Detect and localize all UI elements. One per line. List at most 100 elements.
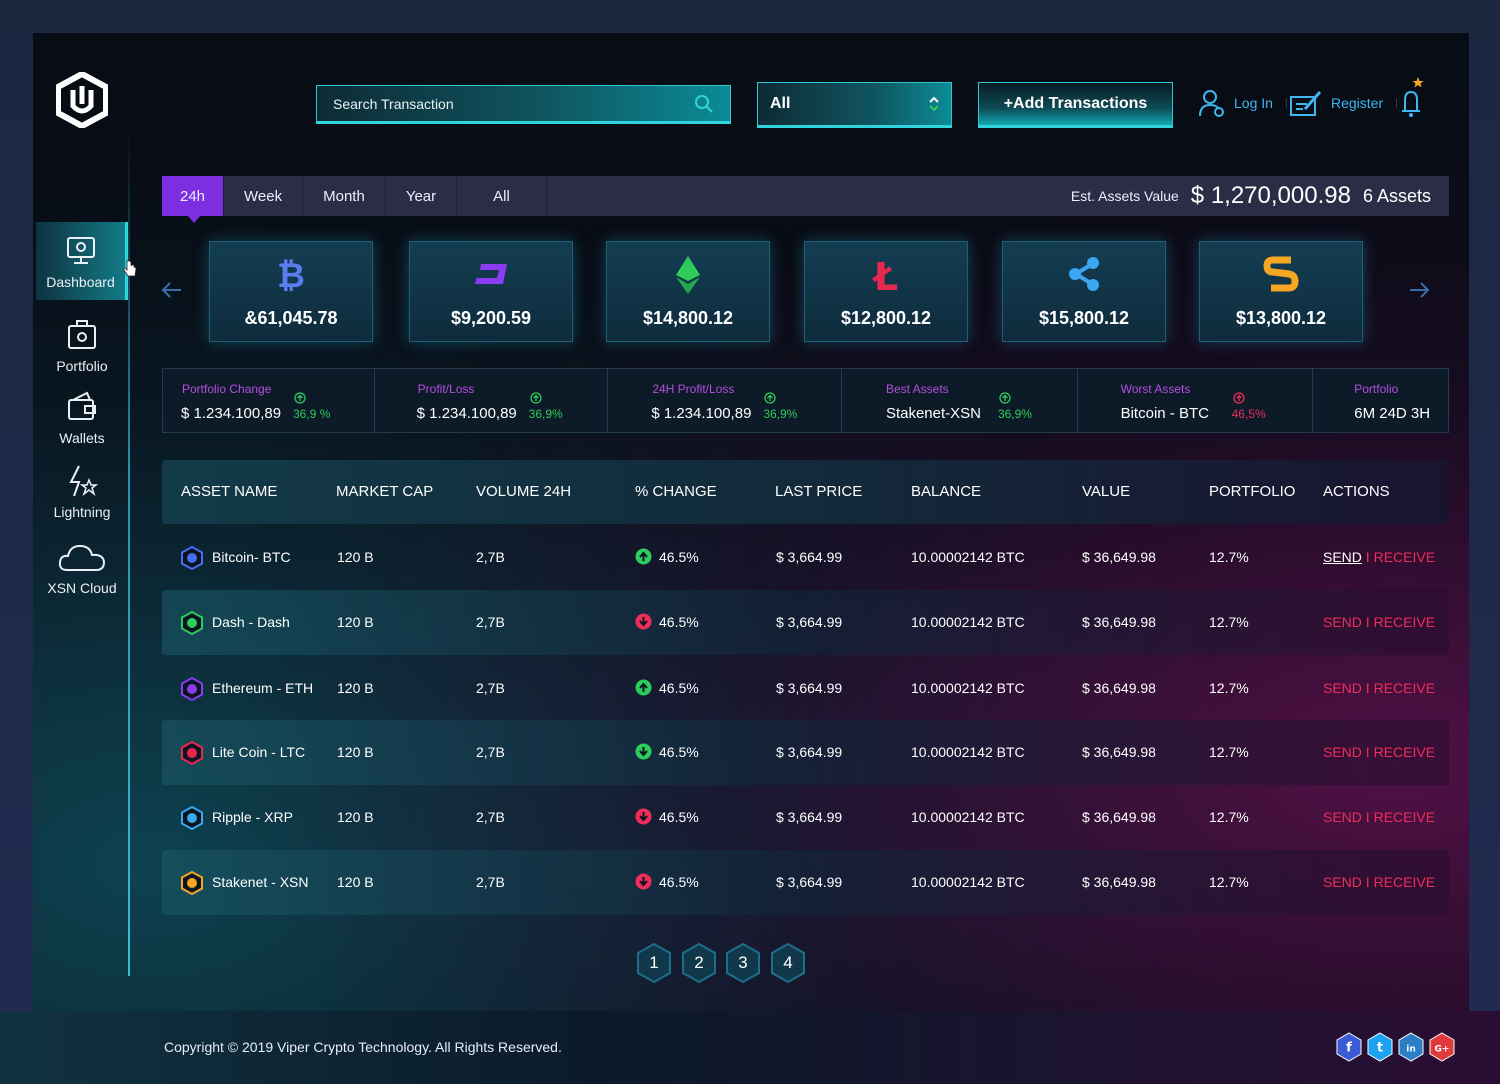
- receive-link[interactable]: RECEIVE: [1374, 874, 1435, 890]
- add-transactions-button[interactable]: +Add Transactions: [978, 82, 1173, 128]
- cell-volume: 2,7B: [476, 680, 505, 696]
- column-header[interactable]: % CHANGE: [635, 483, 717, 500]
- row-actions: SEND I RECEIVE: [1323, 614, 1435, 630]
- column-header[interactable]: VOLUME 24H: [476, 483, 571, 500]
- send-link[interactable]: SEND: [1323, 809, 1362, 825]
- register-label[interactable]: Register: [1331, 95, 1383, 111]
- column-header[interactable]: LAST PRICE: [775, 483, 862, 500]
- coin-badge-icon: [181, 741, 203, 765]
- sidebar-item-wallets[interactable]: Wallets: [36, 390, 128, 446]
- coin-card-bitcoin[interactable]: ₿ &61,045.78: [209, 241, 373, 342]
- facebook-icon[interactable]: f: [1335, 1032, 1363, 1062]
- send-link[interactable]: SEND: [1323, 680, 1362, 696]
- page-button[interactable]: 2: [681, 942, 717, 984]
- search-input[interactable]: [333, 95, 694, 112]
- page-number: 4: [783, 953, 793, 972]
- login-link[interactable]: Log In |: [1198, 86, 1288, 120]
- coin-card-amount: $14,800.12: [642, 308, 734, 328]
- carousel-prev-icon[interactable]: [161, 280, 183, 300]
- cell-name: Dash - Dash: [212, 614, 290, 630]
- receive-link[interactable]: RECEIVE: [1374, 744, 1435, 760]
- table-row[interactable]: Bitcoin- BTC 120 B 2,7B 46.5% $ 3,664.99 10.0…: [162, 525, 1449, 590]
- send-link[interactable]: SEND: [1323, 614, 1362, 630]
- table-row[interactable]: Ripple - XRP 120 B 2,7B 46.5% $ 3,664.99 10.0…: [162, 785, 1449, 850]
- sidebar-item-portfolio[interactable]: Portfolio: [36, 318, 128, 374]
- send-link[interactable]: SEND: [1323, 744, 1362, 760]
- tab-all[interactable]: All: [457, 176, 547, 216]
- svg-text:t: t: [1377, 1041, 1383, 1056]
- monitor-icon: [66, 237, 95, 264]
- stat-label: Profit/Loss: [417, 382, 475, 396]
- column-header[interactable]: ASSET NAME: [181, 483, 277, 500]
- cell-name: Ethereum - ETH: [212, 680, 314, 696]
- cell-name: Bitcoin- BTC: [212, 549, 291, 565]
- sidebar-item-lightning[interactable]: Lightning: [36, 464, 128, 520]
- sidebar-item-xsn-cloud[interactable]: XSN Cloud: [36, 540, 128, 596]
- page-button[interactable]: 3: [725, 942, 761, 984]
- search-box[interactable]: [316, 85, 731, 124]
- linkedin-icon[interactable]: in: [1397, 1032, 1425, 1062]
- stat-value: $ 1.234.100,89: [651, 405, 752, 422]
- tab-24h[interactable]: 24h: [162, 176, 225, 223]
- cell-last-price: $ 3,664.99: [776, 744, 843, 760]
- table-row[interactable]: Stakenet - XSN 120 B 2,7B 46.5% $ 3,664.99 10…: [162, 850, 1449, 915]
- est-assets-value: $ 1,270,000.98: [1190, 182, 1351, 209]
- stakenet-icon: [1263, 256, 1299, 292]
- coin-card-stakenet[interactable]: $13,800.12: [1199, 241, 1363, 342]
- page-number: 2: [694, 953, 704, 972]
- cell-portfolio: 12.7%: [1209, 680, 1249, 696]
- register-link[interactable]: Register |: [1289, 86, 1398, 120]
- register-icon: [1290, 91, 1322, 116]
- table-row[interactable]: Dash - Dash 120 B 2,7B 46.5% $ 3,664.99 10.00…: [162, 590, 1449, 655]
- receive-link[interactable]: RECEIVE: [1374, 549, 1435, 565]
- search-icon[interactable]: [694, 94, 714, 114]
- google-plus-icon[interactable]: G+: [1428, 1032, 1456, 1062]
- page-button[interactable]: 1: [636, 942, 672, 984]
- table-row[interactable]: Ethereum - ETH 120 B 2,7B 46.5% $ 3,664.99 10…: [162, 656, 1449, 721]
- send-link[interactable]: SEND: [1323, 549, 1362, 565]
- coin-badge-icon: [181, 677, 203, 701]
- user-icon: [1199, 90, 1224, 117]
- column-header[interactable]: BALANCE: [911, 483, 981, 500]
- receive-link[interactable]: RECEIVE: [1374, 809, 1435, 825]
- coin-card-ethereum[interactable]: $14,800.12: [606, 241, 770, 342]
- table-row[interactable]: Lite Coin - LTC 120 B 2,7B 46.5% $ 3,664.99 1…: [162, 720, 1449, 785]
- actions-divider: I: [1365, 744, 1370, 760]
- sidebar-item-dashboard[interactable]: Dashboard: [36, 222, 128, 300]
- page-button[interactable]: 4: [770, 942, 806, 984]
- login-label[interactable]: Log In: [1234, 95, 1273, 111]
- trend-down-icon: [635, 873, 652, 890]
- cell-balance: 10.00002142 BTC: [911, 680, 1025, 696]
- receive-link[interactable]: RECEIVE: [1374, 680, 1435, 696]
- tab-year[interactable]: Year: [386, 176, 458, 216]
- cell-change: 46.5%: [659, 549, 699, 565]
- trend-down-icon: [635, 808, 652, 825]
- twitter-icon[interactable]: t: [1366, 1032, 1394, 1062]
- trend-down-icon: [635, 613, 652, 630]
- page-number: 1: [649, 953, 659, 972]
- hexagon-icon: in: [1398, 1032, 1424, 1062]
- notification-bell-icon[interactable]: [1400, 76, 1424, 118]
- hexagon-icon: f: [1336, 1032, 1362, 1062]
- cell-portfolio: 12.7%: [1209, 809, 1249, 825]
- column-header[interactable]: PORTFOLIO: [1209, 483, 1295, 500]
- column-header[interactable]: MARKET CAP: [336, 483, 433, 500]
- carousel-next-icon[interactable]: [1408, 280, 1430, 300]
- tab-month[interactable]: Month: [303, 176, 386, 216]
- coin-card-litecoin[interactable]: Ł $12,800.12: [804, 241, 968, 342]
- cell-market-cap: 120 B: [337, 744, 374, 760]
- coin-card-dash[interactable]: $9,200.59: [409, 241, 573, 342]
- send-link[interactable]: SEND: [1323, 874, 1362, 890]
- tab-week[interactable]: Week: [224, 176, 304, 216]
- cell-value: $ 36,649.98: [1082, 614, 1156, 630]
- cell-market-cap: 120 B: [337, 614, 374, 630]
- column-header[interactable]: VALUE: [1082, 483, 1130, 500]
- coin-badge-icon: [181, 871, 203, 895]
- coin-card-ripple[interactable]: $15,800.12: [1002, 241, 1166, 342]
- filter-select[interactable]: All: [757, 82, 952, 128]
- receive-link[interactable]: RECEIVE: [1374, 614, 1435, 630]
- cell-value: $ 36,649.98: [1082, 874, 1156, 890]
- sidebar-item-label: XSN Cloud: [47, 580, 117, 596]
- stat-percent: 36,9%: [528, 407, 563, 421]
- stat-percent: 36,9 %: [293, 407, 331, 421]
